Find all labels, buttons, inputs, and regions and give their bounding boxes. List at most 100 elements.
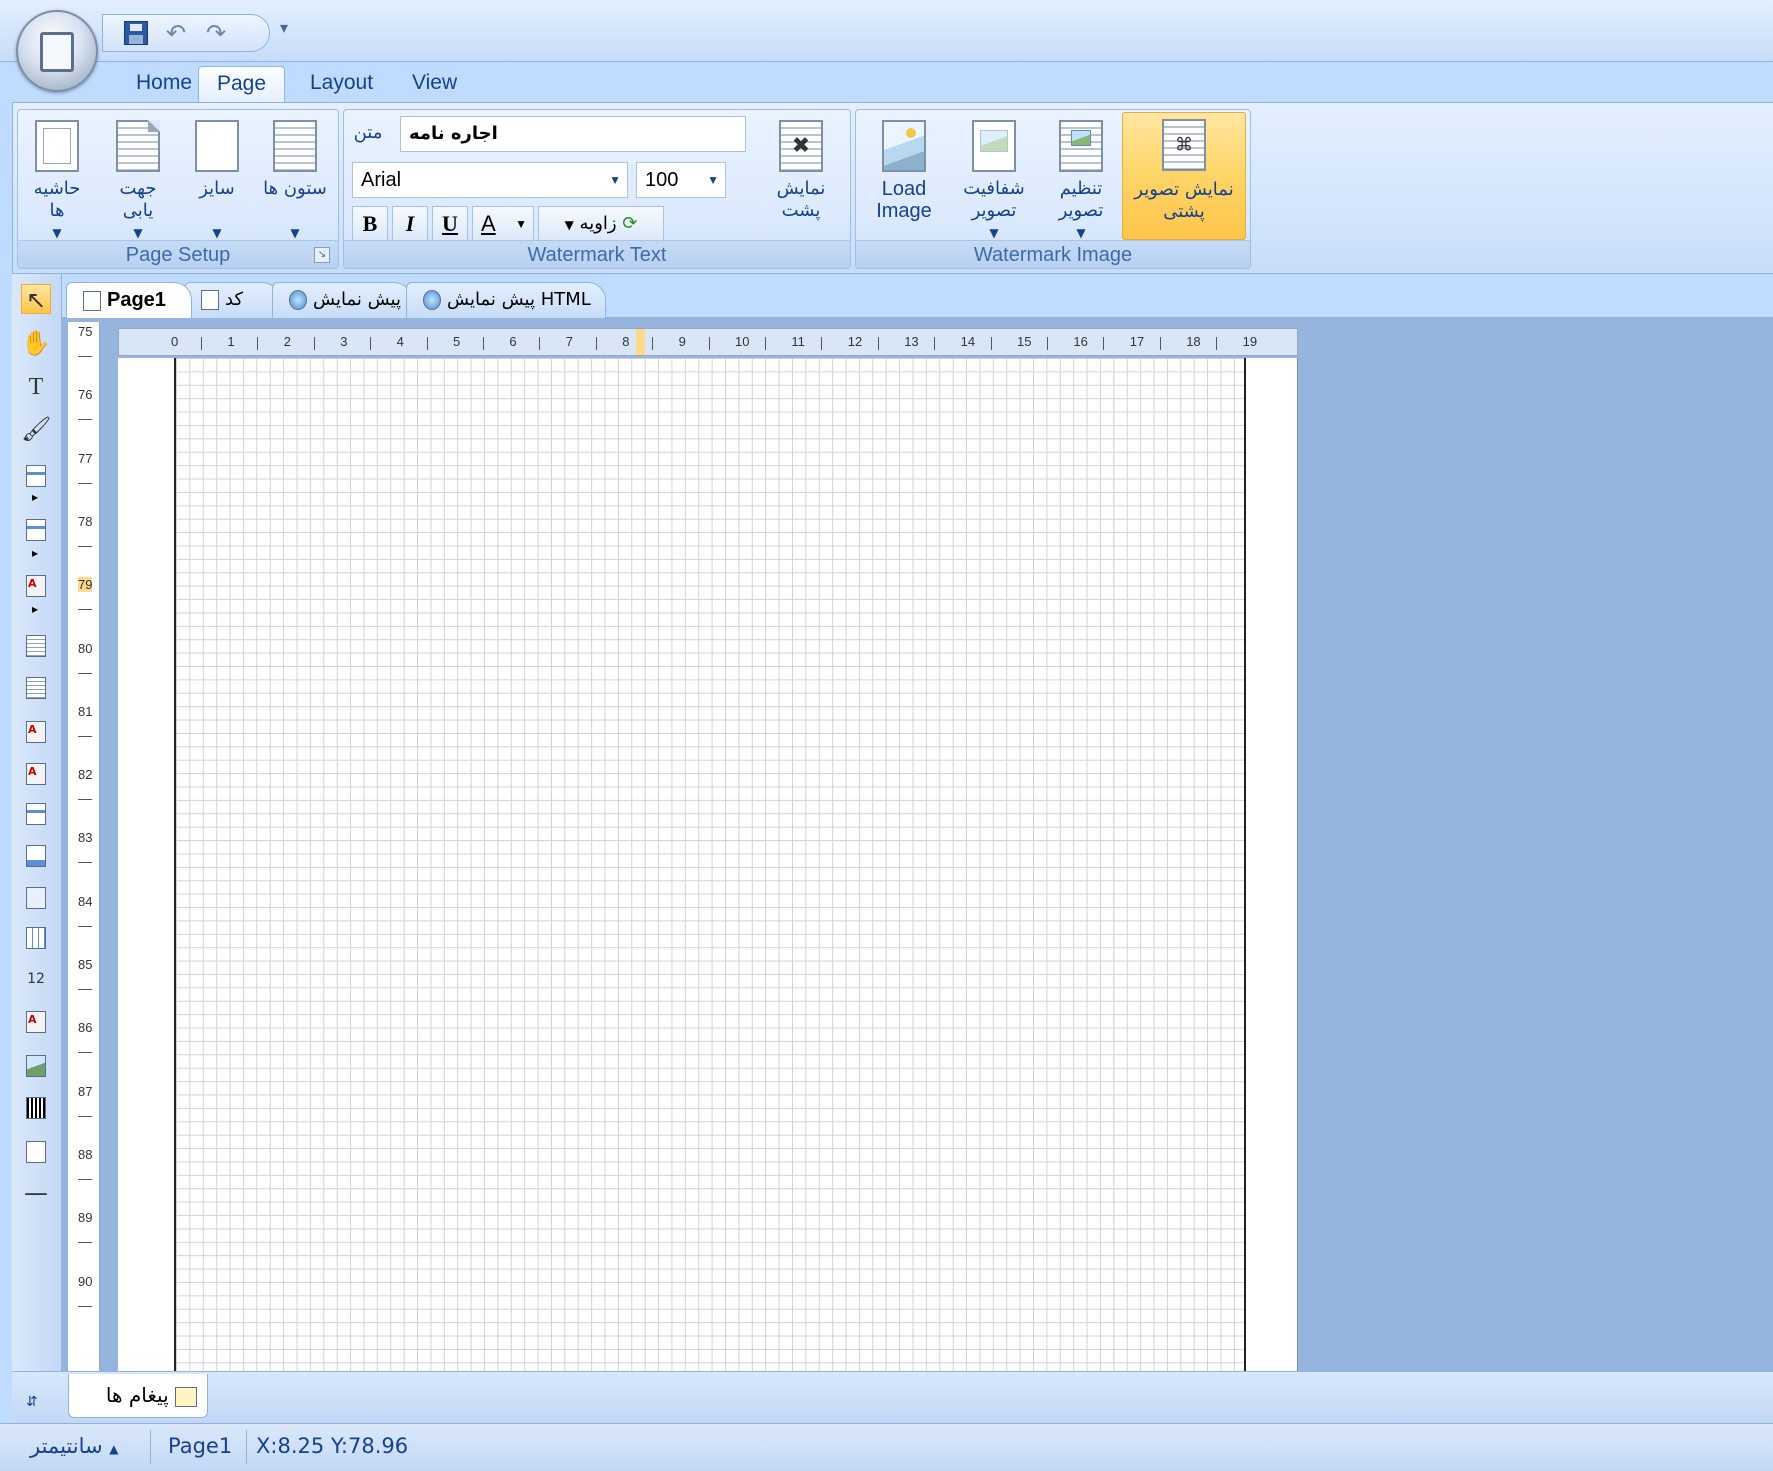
- vertical-ruler-tick: [78, 735, 92, 737]
- application-menu-button[interactable]: [16, 10, 98, 92]
- horizontal-ruler-tick: [652, 337, 654, 350]
- tab-page[interactable]: Page: [198, 66, 286, 102]
- format-painter-tool[interactable]: 🖌: [21, 414, 51, 444]
- tab-page1[interactable]: Page1: [66, 282, 192, 318]
- horizontal-ruler: 0 1 2 3 4 5 6 7 8 9 10 11 12 13 14 15 16 17 18 19: [118, 328, 1298, 356]
- horizontal-ruler-label: 0: [171, 334, 179, 349]
- design-canvas[interactable]: 75 76 77 78 79 80 81 82 83 84 85 86 87 88 89 90 0123456…: [62, 318, 1773, 1371]
- table-icon: [26, 927, 46, 949]
- size-button[interactable]: سایز ▼: [186, 116, 248, 240]
- expand-arrow-icon[interactable]: ▸: [32, 490, 38, 504]
- angle-combo[interactable]: ⟳ زاویه ▼: [538, 206, 664, 242]
- expand-arrow-icon[interactable]: ▸: [32, 602, 38, 616]
- text-tool[interactable]: T: [21, 372, 51, 402]
- watermark-text-input[interactable]: اجاره نامه: [400, 116, 746, 152]
- report-page[interactable]: [118, 358, 1298, 1371]
- horizontal-ruler-label: 12: [847, 334, 863, 349]
- table-band-tool[interactable]: [21, 514, 51, 544]
- chevron-down-icon: ▼: [133, 226, 143, 240]
- horizontal-ruler-label: 13: [904, 334, 919, 349]
- image-icon: [26, 1055, 46, 1077]
- rotate-icon: ⟳: [622, 213, 638, 234]
- messages-tab[interactable]: پیغام ها: [68, 1374, 208, 1418]
- footer-tool[interactable]: [21, 840, 51, 870]
- tab-html-preview[interactable]: پیش نمایش HTML: [406, 282, 606, 318]
- page-grid[interactable]: [174, 358, 1246, 1371]
- show-background-image-icon: ⌘: [1162, 119, 1206, 171]
- band-tool[interactable]: [21, 460, 51, 490]
- image-setting-button[interactable]: تنظیم تصویر ▼: [1042, 116, 1120, 240]
- header-tool[interactable]: [21, 798, 51, 828]
- horizontal-ruler-label: 15: [1017, 334, 1032, 349]
- italic-button[interactable]: I: [392, 206, 428, 242]
- tab-code[interactable]: کد: [184, 282, 280, 318]
- panel-options-icon[interactable]: ⇵: [26, 1394, 38, 1410]
- redo-button[interactable]: ↷: [201, 18, 231, 48]
- columns-button[interactable]: ستون ها ▼: [256, 116, 334, 240]
- pan-tool[interactable]: ✋: [21, 328, 51, 358]
- horizontal-ruler-label: 5: [453, 334, 461, 349]
- horizontal-ruler-label: 19: [1242, 334, 1258, 349]
- image-transparency-button[interactable]: شفافیت تصویر ▼: [952, 116, 1036, 240]
- textbox2-tool[interactable]: [21, 758, 51, 788]
- show-behind-button[interactable]: ✖ نمایش پشت: [764, 116, 838, 240]
- customize-qat-button[interactable]: ▾: [280, 18, 288, 37]
- chevron-down-icon: ▼: [1076, 226, 1086, 240]
- horizontal-ruler-label: 9: [678, 334, 686, 349]
- bold-button[interactable]: B: [352, 206, 388, 242]
- page-tool[interactable]: [21, 630, 51, 660]
- tab-preview[interactable]: پیش نمایش: [272, 282, 412, 318]
- tab-home[interactable]: Home: [118, 66, 210, 102]
- shape-tool[interactable]: [21, 1136, 51, 1166]
- text-color-button[interactable]: A ▼: [472, 206, 534, 242]
- horizontal-ruler-tick: [313, 337, 315, 350]
- font-name-value: Arial: [361, 169, 402, 191]
- vertical-ruler-label: 76: [78, 387, 93, 403]
- underline-button[interactable]: U: [432, 206, 468, 242]
- orientation-label: جهت یابی: [119, 178, 157, 221]
- load-image-button[interactable]: Load Image: [868, 116, 940, 240]
- vertical-ruler-tick: [78, 1305, 92, 1307]
- margins-label: حاشیه ها: [33, 178, 81, 221]
- vertical-ruler-tick: [78, 356, 92, 357]
- vertical-ruler-tick: [78, 1178, 92, 1180]
- font-size-combo[interactable]: 100 ▼: [636, 162, 726, 198]
- orientation-button[interactable]: جهت یابی ▼: [106, 116, 170, 240]
- undo-button[interactable]: ↶: [161, 18, 191, 48]
- title-bar: ↶ ↷ ▾: [0, 0, 1773, 92]
- barcode-tool[interactable]: [21, 1092, 51, 1122]
- vertical-ruler-tick: [78, 862, 92, 864]
- tab-layout[interactable]: Layout: [292, 66, 391, 102]
- header-icon: [26, 803, 46, 825]
- number-tool[interactable]: 12: [21, 964, 51, 994]
- textbox-tool[interactable]: [21, 716, 51, 746]
- label-tool[interactable]: [21, 1006, 51, 1036]
- memo-tool[interactable]: [21, 672, 51, 702]
- image-tool[interactable]: [21, 1050, 51, 1080]
- table-tool[interactable]: [21, 922, 51, 952]
- page-setup-dialog-launcher[interactable]: ↘: [314, 247, 330, 263]
- memo-icon: [26, 677, 46, 699]
- unit-value: سانتیمتر: [30, 1434, 103, 1458]
- vertical-ruler-label: 80: [78, 640, 93, 656]
- horizontal-ruler-tick: [483, 337, 484, 350]
- pointer-tool[interactable]: ↖: [21, 284, 51, 314]
- margins-button[interactable]: حاشیه ها ▼: [28, 116, 86, 240]
- panel-tool[interactable]: [21, 882, 51, 912]
- tab-view[interactable]: View: [394, 66, 475, 102]
- transparency-icon: [972, 120, 1016, 172]
- font-name-combo[interactable]: Arial ▼: [352, 162, 628, 198]
- unit-selector[interactable]: سانتیمتر ▲: [30, 1434, 119, 1458]
- image-setting-icon: [1059, 120, 1103, 172]
- show-background-image-button[interactable]: ⌘ نمایش تصویر پشتی: [1122, 112, 1246, 240]
- vertical-ruler-label: 88: [78, 1146, 93, 1162]
- line-tool[interactable]: —: [21, 1178, 51, 1208]
- subreport-tool[interactable]: [21, 570, 51, 600]
- save-icon: [124, 21, 148, 45]
- save-button[interactable]: [121, 18, 151, 48]
- horizontal-ruler-label: 2: [283, 334, 292, 349]
- show-behind-icon: ✖: [779, 120, 823, 172]
- band-icon: [26, 465, 46, 487]
- vertical-ruler-tick: [78, 672, 92, 674]
- expand-arrow-icon[interactable]: ▸: [32, 546, 38, 560]
